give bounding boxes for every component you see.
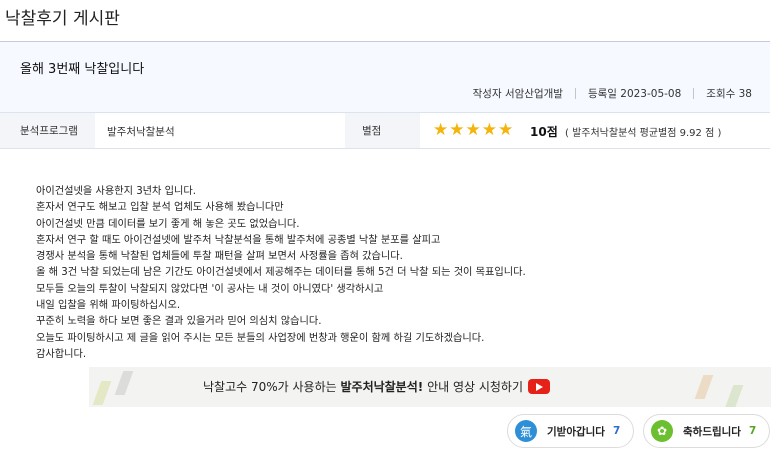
author-name: 서암산업개발 (504, 88, 563, 100)
post-title: 올해 3번째 낙찰입니다 (20, 62, 145, 77)
post-info-row: 분석프로그램 발주처낙찰분석 별점 ★ ★ ★ ★ ★ 10점 ( 발주처낙찰분석 평균… (0, 113, 770, 149)
meta-divider (693, 88, 695, 99)
congrats-reaction-button[interactable]: ✿ 축하드립니다 7 (643, 414, 770, 448)
banner-text[interactable]: 낙찰고수 70%가 사용하는 발주처낙찰분석! 안내 영상 시청하기 (203, 378, 551, 395)
energy-icon: 氣 (515, 420, 537, 442)
post-body-line: 혼자서 연구 할 때도 아이건설넷에 발주처 낙찰분석을 통해 발주처에 공종별… (36, 234, 441, 246)
post-body-line: 경쟁사 분석을 통해 낙찰된 업체들에 투찰 패턴을 살펴 보면서 사정률을 좁… (36, 251, 403, 263)
reaction-label: 기받아갑니다 (547, 425, 605, 438)
view-count: 38 (738, 87, 752, 100)
rating-score: 10점 (530, 125, 558, 139)
star-icon: ★ (465, 120, 481, 140)
reaction-label: 축하드립니다 (683, 425, 741, 438)
post-body-line: 혼자서 연구도 해보고 입찰 분석 업체도 사용해 봤습니다만 (36, 202, 284, 214)
banner-text-tail: 안내 영상 시청하기 (423, 380, 524, 394)
banner-decoration (724, 385, 744, 407)
author-label: 작성자 (472, 88, 502, 100)
post-date: 2023-05-08 (620, 87, 682, 100)
rating-label: 별점 (345, 113, 420, 148)
banner-decoration (114, 371, 134, 395)
banner-decoration (694, 375, 714, 399)
post-body-line: 꾸준히 노력을 하다 보면 좋은 결과 있을거라 믿어 의심치 않습니다. (36, 316, 322, 328)
star-icon: ★ (498, 120, 514, 140)
star-icon: ★ (433, 120, 449, 140)
program-value: 발주처낙찰분석 (107, 126, 175, 138)
views-label: 조회수 (706, 88, 736, 100)
reaction-count: 7 (612, 425, 621, 437)
banner-text-highlight: 발주처낙찰분석! (340, 380, 424, 394)
board-title: 낙찰후기 게시판 (5, 9, 120, 29)
program-label: 분석프로그램 (0, 113, 95, 148)
post-body-line: 아이건설넷 만큼 데이터를 보기 좋게 해 놓은 곳도 없었습니다. (36, 218, 300, 230)
rating-average: ( 발주처낙찰분석 평균별점 9.92 점 ) (565, 128, 722, 139)
energy-reaction-button[interactable]: 氣 기받아갑니다 7 (507, 414, 634, 448)
post-body-line: 아이건설넷을 사용한지 3년차 입니다. (36, 186, 197, 197)
star-icon: ★ (449, 120, 465, 140)
rating-stars: ★ ★ ★ ★ ★ (433, 122, 513, 139)
star-icon: ★ (481, 120, 497, 140)
reaction-count: 7 (748, 425, 757, 437)
banner-text-lead: 낙찰고수 70%가 사용하는 (203, 380, 341, 394)
post-body-line: 오늘도 파이팅하시고 제 글을 읽어 주시는 모든 분들의 사업장에 번창과 행… (36, 332, 485, 344)
post-meta: 작성자 서암산업개발 등록일 2023-05-08 조회수 38 (473, 86, 752, 101)
date-label: 등록일 (587, 88, 617, 100)
post-header: 올해 3번째 낙찰입니다 작성자 서암산업개발 등록일 2023-05-08 조… (0, 41, 770, 113)
youtube-play-icon[interactable] (528, 379, 551, 394)
post-body: 아이건설넷을 사용한지 3년차 입니다. 혼자서 연구도 해보고 입찰 분석 업체… (36, 184, 526, 363)
party-popper-icon: ✿ (651, 420, 673, 442)
post-body-line: 내일 입찰을 위해 파이팅하십시오. (36, 300, 181, 312)
post-body-line: 감사합니다. (36, 348, 87, 360)
post-body-line: 모두들 오늘의 투찰이 낙찰되지 않았다면 '이 공사는 내 것이 아니였다' … (36, 283, 384, 295)
video-guide-banner[interactable]: 낙찰고수 70%가 사용하는 발주처낙찰분석! 안내 영상 시청하기 (89, 367, 771, 407)
banner-decoration (92, 381, 112, 405)
meta-divider (574, 88, 576, 99)
post-body-line: 올 해 3건 낙찰 되었는데 남은 기간도 아이건설넷에서 제공해주는 데이터를… (36, 267, 526, 279)
